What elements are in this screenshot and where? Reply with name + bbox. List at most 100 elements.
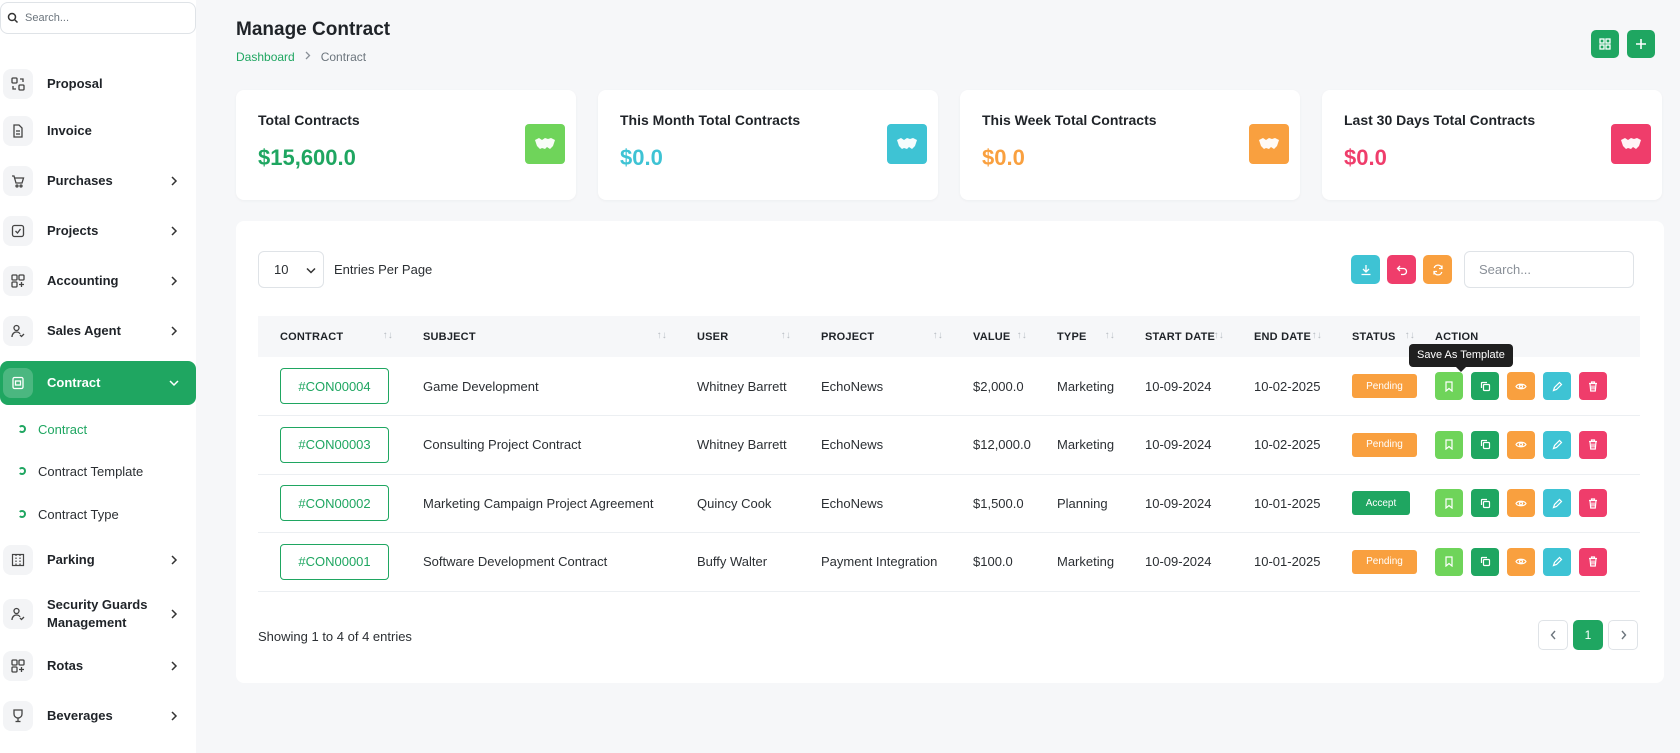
end-date-cell: 10-01-2025: [1232, 532, 1330, 592]
status-badge: Pending: [1352, 432, 1417, 457]
delete-button[interactable]: [1579, 372, 1607, 400]
view-button[interactable]: [1507, 489, 1535, 518]
save-as-template-button[interactable]: [1435, 489, 1463, 518]
view-button[interactable]: [1507, 547, 1535, 576]
contract-id-link[interactable]: #CON00004: [280, 368, 389, 404]
contract-id-link[interactable]: #CON00001: [280, 543, 389, 580]
contract-icon: [3, 368, 33, 398]
delete-button[interactable]: [1579, 430, 1607, 459]
column-header-start-date[interactable]: START DATE ↑↓: [1123, 316, 1232, 357]
sidebar-subitem-contract-type[interactable]: Contract Type: [0, 499, 196, 529]
eye-icon: [1515, 558, 1527, 565]
subject-cell: Consulting Project Contract: [401, 415, 675, 475]
user-cell: Whitney Barrett: [675, 415, 799, 475]
chevron-right-icon: [305, 51, 311, 63]
start-date-cell: 10-09-2024: [1123, 474, 1232, 533]
export-button[interactable]: [1351, 255, 1380, 284]
save-as-template-button[interactable]: [1435, 547, 1463, 576]
download-icon: [1361, 264, 1370, 275]
sidebar-item-security-guards-management[interactable]: Security Guards Management: [0, 592, 196, 636]
sidebar-search[interactable]: Search...: [0, 2, 196, 34]
sidebar-item-contract[interactable]: Contract: [0, 361, 196, 405]
contract-id-link[interactable]: #CON00002: [280, 485, 389, 522]
save-as-template-button[interactable]: [1435, 430, 1463, 459]
edit-button[interactable]: [1543, 547, 1571, 576]
subject-cell: Game Development: [401, 357, 675, 416]
status-badge: Pending: [1352, 549, 1417, 574]
invoice-icon: [3, 116, 33, 146]
delete-button[interactable]: [1579, 547, 1607, 576]
chevron-right-icon: [166, 609, 182, 619]
sidebar-item-sales-agent[interactable]: Sales Agent: [0, 309, 196, 353]
sidebar-item-rotas[interactable]: Rotas: [0, 644, 196, 688]
chevron-down-icon: [166, 379, 182, 387]
subject-cell: Marketing Campaign Project Agreement: [401, 474, 675, 533]
table-search-input[interactable]: [1464, 251, 1634, 288]
add-contract-button[interactable]: [1627, 30, 1655, 58]
contract-id-link[interactable]: #CON00003: [280, 426, 389, 463]
sidebar-item-projects[interactable]: Projects: [0, 209, 196, 253]
entries-per-page-select[interactable]: 10: [258, 251, 324, 288]
pagination-prev-button[interactable]: [1538, 620, 1568, 650]
duplicate-button[interactable]: [1471, 489, 1499, 518]
column-header-value[interactable]: VALUE ↑↓: [951, 316, 1035, 357]
grid-view-button[interactable]: [1591, 30, 1619, 58]
breadcrumb-current: Contract: [320, 50, 367, 64]
edit-button[interactable]: [1543, 430, 1571, 459]
stat-card-this-month: This Month Total Contracts $0.0: [598, 90, 938, 200]
user-cell: Buffy Walter: [675, 532, 799, 592]
duplicate-button[interactable]: [1471, 372, 1499, 400]
table-row: #CON00002 Marketing Campaign Project Agr…: [258, 474, 1640, 533]
sidebar-item-beverages[interactable]: Beverages: [0, 694, 196, 738]
sidebar-item-proposal[interactable]: Proposal: [0, 62, 196, 106]
column-header-user[interactable]: USER ↑↓: [675, 316, 799, 357]
sidebar-item-purchases[interactable]: Purchases: [0, 159, 196, 203]
edit-button[interactable]: [1543, 372, 1571, 400]
chevron-down-icon: [306, 262, 316, 277]
end-date-cell: 10-01-2025: [1232, 474, 1330, 533]
start-date-cell: 10-09-2024: [1123, 415, 1232, 475]
circle-dot-icon: [18, 510, 26, 518]
duplicate-button[interactable]: [1471, 430, 1499, 459]
duplicate-button[interactable]: [1471, 547, 1499, 576]
table-row: #CON00003 Consulting Project Contract Wh…: [258, 415, 1640, 475]
pagination-page-1[interactable]: 1: [1573, 620, 1603, 650]
column-header-contract[interactable]: CONTRACT ↑↓: [258, 316, 401, 357]
column-header-project[interactable]: PROJECT ↑↓: [799, 316, 951, 357]
view-button[interactable]: [1507, 372, 1535, 400]
chevron-right-icon: [166, 555, 182, 565]
project-cell: EchoNews: [799, 357, 951, 416]
sidebar-subitem-contract-template[interactable]: Contract Template: [0, 456, 196, 486]
save-as-template-button[interactable]: [1435, 372, 1463, 400]
sidebar-item-invoice[interactable]: Invoice: [0, 109, 196, 153]
handshake-icon: [887, 124, 927, 164]
user-cell: Whitney Barrett: [675, 357, 799, 416]
undo-button[interactable]: [1387, 255, 1416, 284]
breadcrumb-dashboard-link[interactable]: Dashboard: [236, 50, 295, 64]
handshake-icon: [1611, 124, 1651, 164]
sort-icon: ↑↓: [1016, 330, 1027, 341]
chevron-right-icon: [166, 711, 182, 721]
sidebar-item-parking[interactable]: Parking: [0, 538, 196, 582]
search-icon: [7, 12, 19, 24]
user-check-icon: [3, 316, 33, 346]
user-check-icon: [3, 599, 33, 629]
contracts-panel: 10 Entries Per Page CONTRACT↑↓ SUBJECT↑↓…: [236, 221, 1664, 683]
chevron-right-icon: [166, 661, 182, 671]
start-date-cell: 10-09-2024: [1123, 357, 1232, 416]
chevron-right-icon: [1620, 630, 1626, 640]
sidebar-item-accounting[interactable]: Accounting: [0, 259, 196, 303]
pagination-next-button[interactable]: [1608, 620, 1638, 650]
plus-icon: [1636, 39, 1646, 49]
column-header-end-date[interactable]: END DATE ↑↓: [1232, 316, 1330, 357]
column-header-type[interactable]: TYPE ↑↓: [1035, 316, 1123, 357]
view-button[interactable]: [1507, 430, 1535, 459]
chevron-right-icon: [166, 176, 182, 186]
project-cell: EchoNews: [799, 415, 951, 475]
refresh-button[interactable]: [1423, 255, 1452, 284]
value-cell: $12,000.0: [951, 415, 1035, 475]
sidebar-subitem-contract[interactable]: Contract: [0, 414, 196, 444]
edit-button[interactable]: [1543, 489, 1571, 518]
delete-button[interactable]: [1579, 489, 1607, 518]
column-header-subject[interactable]: SUBJECT ↑↓: [401, 316, 675, 357]
